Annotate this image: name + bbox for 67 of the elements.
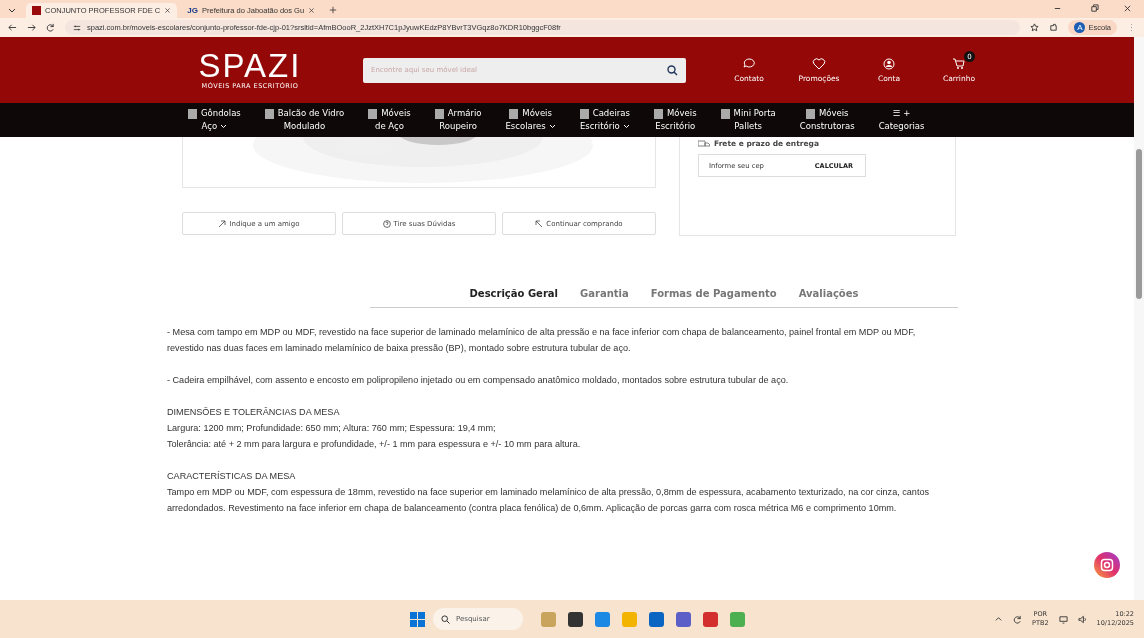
- category-menu-item[interactable]: ☰ + Categorias: [866, 103, 937, 137]
- chevron-down-icon: [220, 124, 228, 129]
- description-text: Tampo em MDP ou MDF, com espessura de 18mm, revestido na face superior em laminado melamínico de alta pressão, 0,8mm de espessura, acabamento texturizado, na cor cinza, cantos arredondados. Revestimento na face inferior em chapa de balanceamento (contra placa fenólica) de 0,6mm. Aplicação de porcas garra com rosca métrica M6 e comprimento 10mm.: [167, 486, 931, 515]
- chevron-up-icon[interactable]: [994, 614, 1004, 624]
- category-icon: [654, 108, 663, 119]
- description-text: Largura: 1200 mm; Profundidade: 650 mm; Altura: 760 mm; Espessura: 19,4 mm;: [167, 422, 497, 435]
- network-icon[interactable]: [1058, 614, 1068, 624]
- app-icon[interactable]: [676, 611, 691, 627]
- section-heading: DIMENSÕES E TOLERÂNCIAS DA MESA: [167, 406, 341, 419]
- search-icon[interactable]: [667, 64, 678, 76]
- category-menu-item[interactable]: Móveis Escritório: [642, 103, 709, 137]
- scrollbar[interactable]: [1134, 37, 1144, 600]
- category-icon: [368, 108, 378, 119]
- restore-icon[interactable]: [1090, 4, 1099, 13]
- site-settings-icon[interactable]: [73, 23, 81, 32]
- share-icon: [218, 219, 227, 228]
- reload-icon[interactable]: [46, 23, 55, 32]
- category-menu-item[interactable]: Mini Porta Pallets: [708, 103, 788, 137]
- category-menu-item[interactable]: Móveis de Aço: [356, 103, 423, 137]
- search-icon: [441, 614, 450, 624]
- category-icon: [805, 108, 815, 119]
- category-icon: [720, 108, 730, 119]
- favicon-icon: JG: [187, 6, 198, 15]
- user-icon: [882, 57, 896, 71]
- help-icon: [382, 219, 391, 228]
- category-menu-item[interactable]: Gôndolas Aço: [176, 103, 253, 137]
- back-icon[interactable]: [8, 23, 17, 32]
- category-icon: [509, 108, 519, 119]
- description-tab[interactable]: Garantia: [580, 288, 629, 299]
- category-menu-item[interactable]: Móveis Escolares: [493, 103, 568, 137]
- section-heading: CARACTERÍSTICAS DA MESA: [167, 470, 297, 483]
- category-menu-item[interactable]: Móveis Construtoras: [787, 103, 867, 137]
- back-icon: [535, 219, 544, 228]
- sync-icon[interactable]: [1013, 614, 1023, 624]
- category-icon: [264, 108, 274, 119]
- close-icon[interactable]: [308, 7, 316, 14]
- category-menu-item[interactable]: Balcão de Vidro Modulado: [252, 103, 357, 137]
- bookmark-star-icon[interactable]: [1030, 23, 1040, 32]
- volume-icon[interactable]: [1077, 614, 1087, 624]
- new-tab-icon[interactable]: [329, 6, 338, 14]
- description-tab[interactable]: Descrição Geral: [469, 288, 558, 299]
- extensions-icon[interactable]: [1049, 23, 1059, 32]
- chevron-down-icon: [548, 124, 556, 129]
- category-menu-item[interactable]: Armário Roupeiro: [422, 103, 494, 137]
- app-icon[interactable]: [568, 611, 583, 627]
- description-tab[interactable]: Avaliações: [798, 288, 859, 299]
- instagram-icon[interactable]: [1094, 552, 1120, 578]
- close-icon[interactable]: [1123, 4, 1132, 13]
- heart-icon: [812, 57, 826, 71]
- start-icon[interactable]: [410, 611, 425, 627]
- category-icon: [579, 108, 589, 119]
- description-text: - Cadeira empilhável, com assento e encosto em polipropileno injetado ou em compensado anatômico moldado, montados sobre estrutura tubular de aço.: [167, 374, 790, 387]
- close-icon[interactable]: [164, 7, 172, 14]
- description-tab[interactable]: Formas de Pagamento: [650, 288, 777, 299]
- description-text: Tolerância: até + 2 mm para largura e profundidade, +/- 1 mm para espessura e +/- 10 mm para altura.: [167, 438, 582, 451]
- category-menu-item[interactable]: Cadeiras Escritório: [567, 103, 642, 137]
- chevron-down-icon: [622, 124, 630, 129]
- app-icon[interactable]: [649, 611, 664, 627]
- truck-icon: [698, 139, 710, 148]
- cart-icon: [952, 57, 966, 71]
- description-text: - Mesa com tampo em MDP ou MDF, revestido na face superior de laminado melamínico de alta pressão e na face inferior com chapa de balanceamento, painel frontal em MDP ou MDF, revestido nas duas faces em laminado melamínico de baixa pressão (BP), montado sobre estrutura tubular de aço.: [167, 326, 917, 355]
- favicon-icon: [32, 6, 41, 15]
- category-icon: [434, 108, 444, 119]
- chat-icon: [742, 57, 756, 71]
- tab-list-icon[interactable]: [8, 6, 16, 14]
- forward-icon[interactable]: [27, 23, 36, 32]
- category-icon: [188, 108, 197, 119]
